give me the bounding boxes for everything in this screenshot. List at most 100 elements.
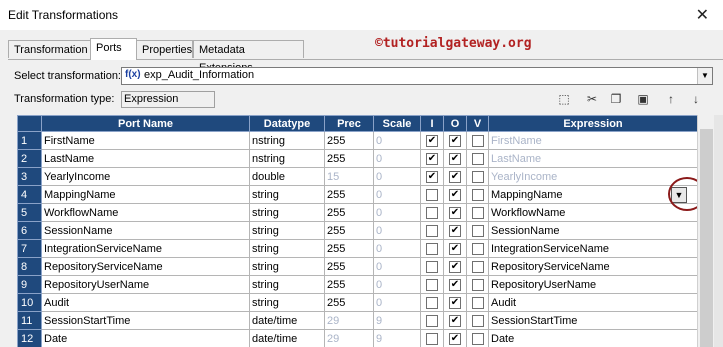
variable-checkbox[interactable]: [471, 134, 484, 147]
scale-cell[interactable]: 0: [373, 293, 421, 312]
datatype-cell[interactable]: date/time: [249, 329, 325, 347]
col-header-scale[interactable]: Scale: [373, 115, 421, 132]
prec-cell[interactable]: 255: [324, 257, 374, 276]
prec-cell[interactable]: 29: [324, 311, 374, 330]
close-icon[interactable]: ✕: [696, 5, 709, 25]
port-name-cell[interactable]: SessionStartTime: [41, 311, 250, 330]
row-number[interactable]: 8: [17, 257, 42, 276]
scale-cell[interactable]: 0: [373, 257, 421, 276]
scale-cell[interactable]: 9: [373, 311, 421, 330]
row-number[interactable]: 4: [17, 185, 42, 204]
expression-cell[interactable]: Audit: [488, 293, 697, 312]
col-header-prec[interactable]: Prec: [324, 115, 374, 132]
scrollbar-thumb[interactable]: [700, 129, 713, 347]
input-checkbox[interactable]: [426, 188, 438, 201]
table-row[interactable]: 6 SessionName string 255 0 ✔ SessionName: [17, 221, 697, 240]
input-checkbox[interactable]: [426, 332, 438, 345]
scale-cell[interactable]: 0: [373, 203, 421, 222]
prec-cell[interactable]: 255: [324, 293, 374, 312]
table-row[interactable]: 12 Date date/time 29 9 ✔ Date: [17, 329, 697, 347]
variable-checkbox[interactable]: [471, 278, 484, 291]
output-checkbox[interactable]: ✔: [449, 242, 461, 255]
datatype-cell[interactable]: string: [249, 293, 325, 312]
chevron-down-icon[interactable]: ▼: [697, 68, 712, 84]
scale-cell[interactable]: 0: [373, 131, 421, 150]
port-name-cell[interactable]: Date: [41, 329, 250, 347]
expression-cell[interactable]: YearlyIncome: [488, 167, 697, 186]
variable-checkbox[interactable]: [471, 314, 484, 327]
datatype-cell[interactable]: string: [249, 203, 325, 222]
datatype-cell[interactable]: date/time: [249, 311, 325, 330]
port-name-cell[interactable]: Audit: [41, 293, 250, 312]
table-row[interactable]: 5 WorkflowName string 255 0 ✔ WorkflowName: [17, 203, 697, 222]
prec-cell[interactable]: 255: [324, 203, 374, 222]
output-checkbox[interactable]: ✔: [449, 134, 461, 147]
select-transformation-dropdown[interactable]: f(x) exp_Audit_Information ▼: [121, 67, 713, 85]
scale-cell[interactable]: 0: [373, 221, 421, 240]
expression-cell[interactable]: LastName: [488, 149, 697, 168]
row-number[interactable]: 7: [17, 239, 42, 258]
col-header-port-name[interactable]: Port Name: [41, 115, 250, 132]
expression-cell[interactable]: IntegrationServiceName: [488, 239, 697, 258]
paste-icon[interactable]: ▣: [634, 90, 652, 108]
col-header-input[interactable]: I: [420, 115, 444, 132]
table-row[interactable]: 2 LastName nstring 255 0 ✔ ✔ LastName: [17, 149, 697, 168]
expression-cell[interactable]: SessionName: [488, 221, 697, 240]
port-name-cell[interactable]: MappingName: [41, 185, 250, 204]
port-name-cell[interactable]: FirstName: [41, 131, 250, 150]
variable-checkbox[interactable]: [471, 152, 484, 165]
cut-icon[interactable]: ✂: [583, 90, 601, 108]
output-checkbox[interactable]: ✔: [449, 170, 461, 183]
variable-checkbox[interactable]: [471, 170, 484, 183]
output-checkbox[interactable]: ✔: [449, 188, 461, 201]
expression-cell[interactable]: RepositoryUserName: [488, 275, 697, 294]
input-checkbox[interactable]: [426, 224, 438, 237]
port-name-cell[interactable]: RepositoryUserName: [41, 275, 250, 294]
datatype-cell[interactable]: string: [249, 257, 325, 276]
row-number[interactable]: 1: [17, 131, 42, 150]
prec-cell[interactable]: 255: [324, 131, 374, 150]
tab-transformation[interactable]: Transformation: [8, 40, 91, 58]
scale-cell[interactable]: 9: [373, 329, 421, 347]
prec-cell[interactable]: 255: [324, 185, 374, 204]
output-checkbox[interactable]: ✔: [449, 206, 461, 219]
row-number[interactable]: 3: [17, 167, 42, 186]
row-number[interactable]: 6: [17, 221, 42, 240]
variable-checkbox[interactable]: [471, 332, 484, 345]
col-header-datatype[interactable]: Datatype: [249, 115, 325, 132]
variable-checkbox[interactable]: [471, 296, 484, 309]
row-number[interactable]: 9: [17, 275, 42, 294]
move-down-icon[interactable]: ↓: [687, 90, 705, 108]
col-header-expression[interactable]: Expression: [488, 115, 697, 132]
table-row[interactable]: 3 YearlyIncome double 15 0 ✔ ✔ YearlyIncome: [17, 167, 697, 186]
expression-cell[interactable]: WorkflowName: [488, 203, 697, 222]
variable-checkbox[interactable]: [471, 224, 484, 237]
variable-checkbox[interactable]: [471, 242, 484, 255]
datatype-cell[interactable]: nstring: [249, 131, 325, 150]
scale-cell[interactable]: 0: [373, 239, 421, 258]
scale-cell[interactable]: 0: [373, 167, 421, 186]
table-row[interactable]: 1 FirstName nstring 255 0 ✔ ✔ FirstName: [17, 131, 697, 150]
prec-cell[interactable]: 15: [324, 167, 374, 186]
move-up-icon[interactable]: ↑: [662, 90, 680, 108]
prec-cell[interactable]: 255: [324, 149, 374, 168]
tab-metadata-extensions[interactable]: Metadata Extensions: [193, 40, 304, 74]
vertical-scrollbar[interactable]: [697, 115, 715, 347]
copy-icon[interactable]: ❐: [607, 90, 625, 108]
prec-cell[interactable]: 255: [324, 221, 374, 240]
port-name-cell[interactable]: WorkflowName: [41, 203, 250, 222]
expression-cell[interactable]: Date: [488, 329, 697, 347]
datatype-cell[interactable]: string: [249, 239, 325, 258]
table-row[interactable]: 10 Audit string 255 0 ✔ Audit: [17, 293, 697, 312]
input-checkbox[interactable]: [426, 314, 438, 327]
datatype-cell[interactable]: string: [249, 185, 325, 204]
variable-checkbox[interactable]: [471, 260, 484, 273]
port-name-cell[interactable]: RepositoryServiceName: [41, 257, 250, 276]
new-port-icon[interactable]: ⬚: [555, 90, 573, 108]
col-header-output[interactable]: O: [443, 115, 467, 132]
datatype-cell[interactable]: string: [249, 221, 325, 240]
variable-checkbox[interactable]: [471, 188, 484, 201]
output-checkbox[interactable]: ✔: [449, 332, 461, 345]
scale-cell[interactable]: 0: [373, 149, 421, 168]
input-checkbox[interactable]: ✔: [426, 152, 438, 165]
